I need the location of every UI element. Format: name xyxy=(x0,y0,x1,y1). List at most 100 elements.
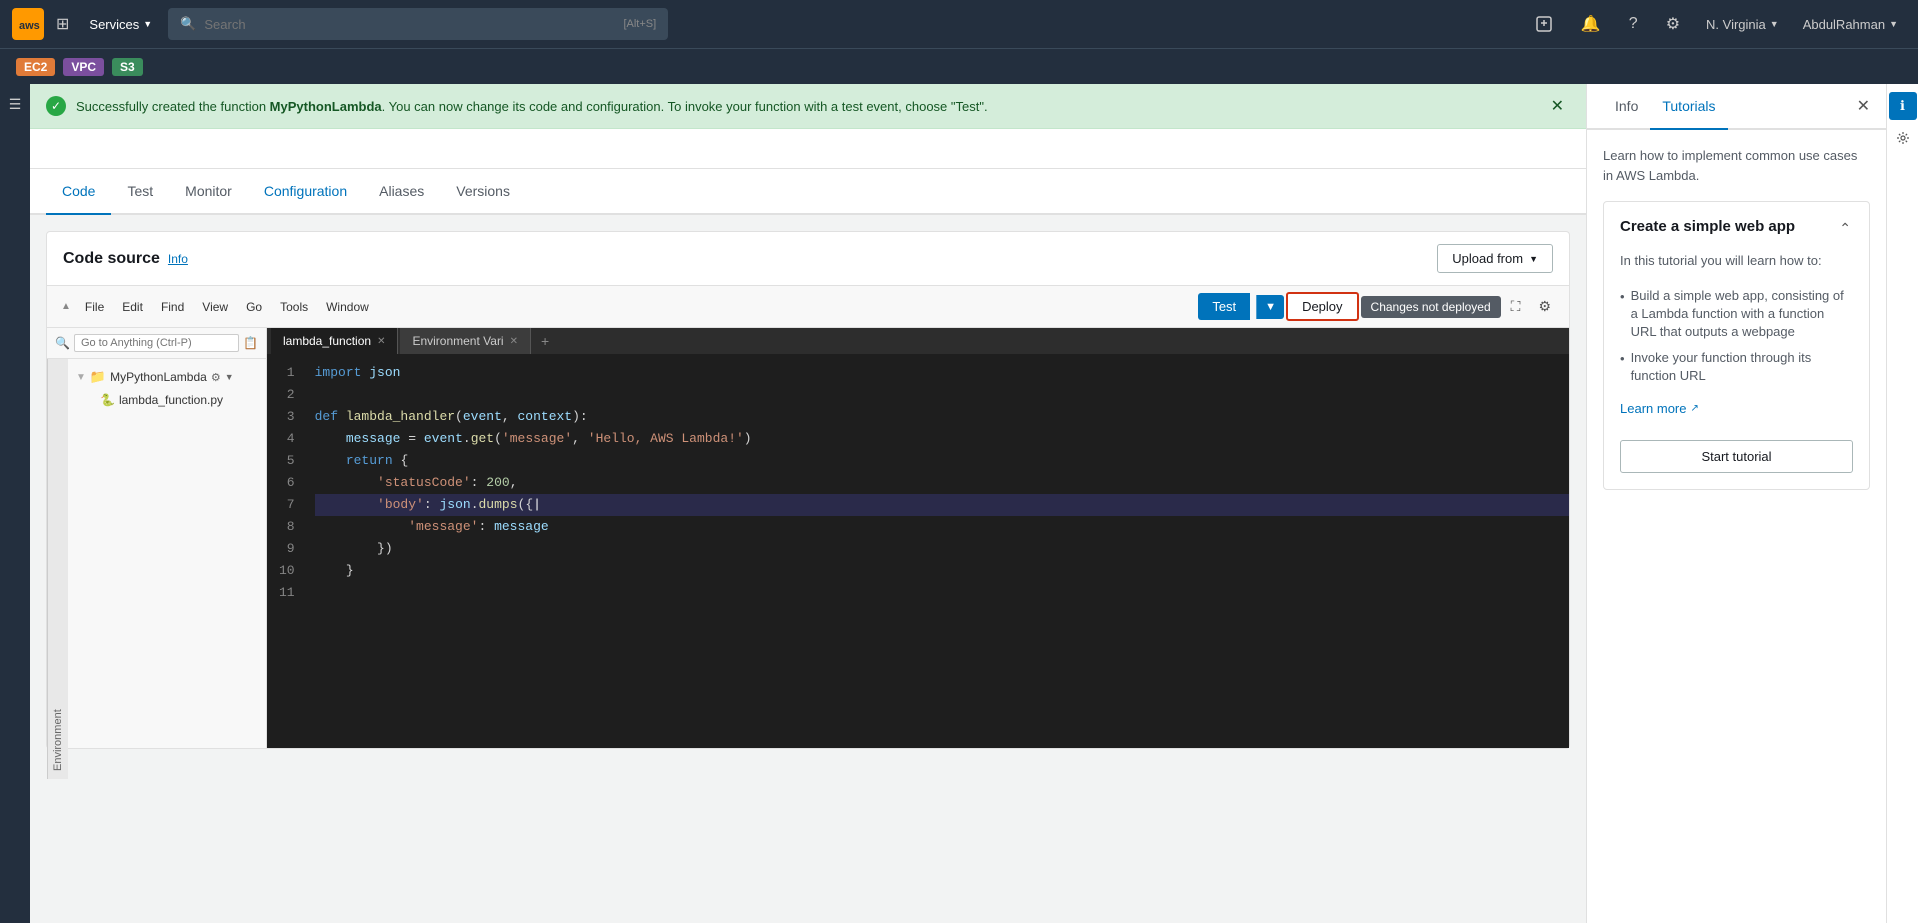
test-button[interactable]: Test xyxy=(1198,293,1250,320)
search-bar[interactable]: 🔍 [Alt+S] xyxy=(168,8,668,40)
tab-close-env[interactable]: ✕ xyxy=(510,336,518,347)
vpc-label: VPC xyxy=(71,60,96,74)
goto-anything-input[interactable] xyxy=(74,334,239,352)
folder-settings-icon[interactable]: ⚙ xyxy=(211,371,221,384)
region-chevron-icon: ▼ xyxy=(1770,19,1779,29)
tab-test[interactable]: Test xyxy=(111,169,169,215)
right-icon-strip: ℹ xyxy=(1886,84,1918,923)
settings-icon[interactable]: ⚙ xyxy=(1656,8,1690,40)
tab-tutorials[interactable]: Tutorials xyxy=(1650,84,1727,130)
add-tab-button[interactable]: + xyxy=(533,329,557,353)
menu-file[interactable]: File xyxy=(77,297,112,317)
menu-edit[interactable]: Edit xyxy=(114,297,151,317)
tutorial-card-header: Create a simple web app ⌃ xyxy=(1620,218,1853,239)
tab-code[interactable]: Code xyxy=(46,169,111,215)
code-source-header: Code source Info Upload from ▼ xyxy=(47,232,1569,286)
right-panel-description: Learn how to implement common use cases … xyxy=(1603,146,1870,185)
main-tabs: Code Test Monitor Configuration Aliases … xyxy=(30,169,1586,215)
ec2-service-tag[interactable]: EC2 xyxy=(16,58,55,76)
external-link-icon: ↗ xyxy=(1690,403,1698,414)
file-item[interactable]: 🐍 lambda_function.py xyxy=(68,389,266,411)
tutorial-list: Build a simple web app, consisting of a … xyxy=(1620,283,1853,390)
file-explorer: 🔍 📋 Environment ▼ 📁 MyPythonLambda xyxy=(47,328,267,748)
info-badge-button[interactable]: Info xyxy=(168,252,188,266)
vpc-service-tag[interactable]: VPC xyxy=(63,58,104,76)
code-source-title: Code source Info xyxy=(63,250,188,268)
grid-icon[interactable]: ⊞ xyxy=(52,10,73,38)
search-input[interactable] xyxy=(204,17,615,32)
upload-chevron-icon: ▼ xyxy=(1529,254,1538,264)
tab-info[interactable]: Info xyxy=(1603,84,1650,130)
start-tutorial-button[interactable]: Start tutorial xyxy=(1620,440,1853,473)
close-banner-button[interactable]: ✕ xyxy=(1545,94,1570,118)
tutorial-body: In this tutorial you will learn how to: xyxy=(1620,251,1853,271)
user-menu[interactable]: AbdulRahman ▼ xyxy=(1795,13,1906,36)
search-shortcut: [Alt+S] xyxy=(623,18,656,30)
collapse-tutorial-button[interactable]: ⌃ xyxy=(1837,218,1853,239)
content-area: ✓ Successfully created the function MyPy… xyxy=(30,84,1586,923)
editor-tab-env[interactable]: Environment Vari ✕ xyxy=(400,328,531,354)
tab-aliases[interactable]: Aliases xyxy=(363,169,440,215)
tutorial-card: Create a simple web app ⌃ In this tutori… xyxy=(1603,201,1870,490)
upload-from-button[interactable]: Upload from ▼ xyxy=(1437,244,1553,273)
region-selector[interactable]: N. Virginia ▼ xyxy=(1698,13,1787,36)
tab-configuration[interactable]: Configuration xyxy=(248,169,363,215)
editor-area: 🔍 📋 Environment ▼ 📁 MyPythonLambda xyxy=(47,328,1569,748)
test-deploy-group: Test ▼ xyxy=(1198,293,1284,320)
menu-window[interactable]: Window xyxy=(318,297,377,317)
menu-find[interactable]: Find xyxy=(153,297,192,317)
right-panel-content: Learn how to implement common use cases … xyxy=(1587,130,1886,923)
folder-name: MyPythonLambda xyxy=(110,370,207,384)
upload-icon[interactable] xyxy=(1525,9,1563,39)
bell-icon[interactable]: 🔔 xyxy=(1571,8,1611,40)
code-editor-wrapper: lambda_function ✕ Environment Vari ✕ + xyxy=(267,328,1569,748)
settings-button[interactable]: ⚙ xyxy=(1530,294,1559,319)
toolbar-up-arrow[interactable]: ▲ xyxy=(57,299,75,314)
success-message: Successfully created the function MyPyth… xyxy=(76,99,1535,114)
page-content: Code Test Monitor Configuration Aliases … xyxy=(30,169,1586,923)
line-numbers: 1 2 3 4 5 6 7 8 9 10 11 xyxy=(267,362,307,740)
file-explorer-header: 🔍 📋 xyxy=(47,328,266,359)
tutorial-list-item: Build a simple web app, consisting of a … xyxy=(1620,283,1853,346)
tutorial-title: Create a simple web app xyxy=(1620,218,1837,235)
folder-item[interactable]: ▼ 📁 MyPythonLambda ⚙ ▼ xyxy=(68,365,266,389)
code-source-section: Code source Info Upload from ▼ ▲ File Ed… xyxy=(46,231,1570,749)
menu-view[interactable]: View xyxy=(194,297,236,317)
editor-toolbar: ▲ File Edit Find View Go Tools Window Te… xyxy=(47,286,1569,328)
sidebar-menu-icon[interactable]: ☰ xyxy=(5,92,26,117)
deploy-button[interactable]: Deploy xyxy=(1286,292,1358,321)
strip-info-icon[interactable]: ℹ xyxy=(1889,92,1917,120)
main-layout: ☰ ✓ Successfully created the function My… xyxy=(0,84,1918,923)
clipboard-icon[interactable]: 📋 xyxy=(243,336,258,350)
right-panel-tabs: Info Tutorials ✕ xyxy=(1587,84,1886,130)
success-banner: ✓ Successfully created the function MyPy… xyxy=(30,84,1586,129)
menu-tools[interactable]: Tools xyxy=(272,297,316,317)
test-dropdown-button[interactable]: ▼ xyxy=(1256,295,1284,319)
tab-versions[interactable]: Versions xyxy=(440,169,526,215)
top-navigation: aws ⊞ Services ▼ 🔍 [Alt+S] 🔔 ? ⚙ N. Virg… xyxy=(0,0,1918,48)
right-panel-close-button[interactable]: ✕ xyxy=(1857,96,1870,116)
tab-close-lambda[interactable]: ✕ xyxy=(377,336,385,347)
file-tree: ▼ 📁 MyPythonLambda ⚙ ▼ 🐍 lambda_function… xyxy=(68,359,266,779)
top-breadcrumb xyxy=(30,129,1586,169)
right-panel: Info Tutorials ✕ Learn how to implement … xyxy=(1586,84,1886,923)
services-button[interactable]: Services ▼ xyxy=(81,13,160,36)
editor-tab-lambda[interactable]: lambda_function ✕ xyxy=(271,328,398,354)
tutorial-list-item: Invoke your function through its functio… xyxy=(1620,345,1853,389)
aws-logo[interactable]: aws xyxy=(12,8,44,40)
changes-not-deployed-badge: Changes not deployed xyxy=(1361,296,1501,318)
svg-text:aws: aws xyxy=(19,20,40,32)
learn-more-link[interactable]: Learn more ↗ xyxy=(1620,401,1699,416)
fullscreen-button[interactable]: ⛶ xyxy=(1503,294,1529,319)
explorer-search-icon[interactable]: 🔍 xyxy=(55,336,70,350)
code-content[interactable]: 1 2 3 4 5 6 7 8 9 10 11 xyxy=(267,354,1569,748)
strip-settings-icon[interactable] xyxy=(1889,124,1917,152)
help-icon[interactable]: ? xyxy=(1619,9,1648,39)
services-chevron-icon: ▼ xyxy=(143,19,152,29)
tab-monitor[interactable]: Monitor xyxy=(169,169,248,215)
search-icon: 🔍 xyxy=(180,16,196,32)
service-bar: EC2 VPC S3 xyxy=(0,48,1918,84)
s3-service-tag[interactable]: S3 xyxy=(112,58,143,76)
menu-go[interactable]: Go xyxy=(238,297,270,317)
environment-label: Environment xyxy=(47,359,68,779)
